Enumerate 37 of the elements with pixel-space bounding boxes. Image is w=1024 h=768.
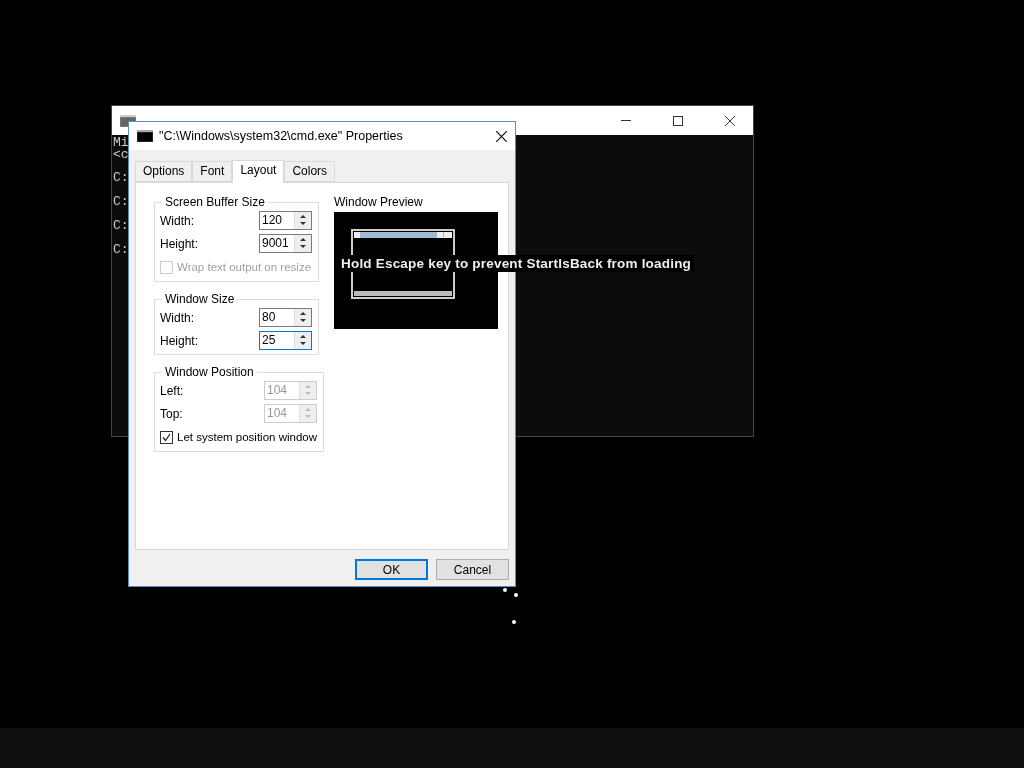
group-title: Window Size [164, 292, 236, 306]
maximize-icon[interactable] [673, 115, 683, 126]
console-line: C: [113, 196, 129, 208]
preview-label: Window Preview [334, 195, 424, 209]
field-label: Width: [160, 213, 194, 228]
tab[interactable]: Layout [232, 160, 285, 183]
tab[interactable]: Options [135, 161, 193, 182]
console-line: Mi [113, 137, 129, 149]
number-spinner[interactable]: 120 [259, 211, 312, 230]
checkbox[interactable] [160, 430, 173, 444]
console-icon [137, 130, 153, 142]
cancel-button[interactable]: Cancel [436, 559, 509, 580]
console-line: <c [113, 149, 129, 161]
tab[interactable]: Colors [284, 161, 336, 182]
check-icon [162, 432, 171, 442]
overlay-message: Hold Escape key to prevent StartIsBack from loading [338, 255, 695, 272]
ok-button[interactable]: OK [355, 559, 428, 580]
console-line: C: [113, 244, 129, 256]
checkbox-label: Wrap text output on resize [177, 261, 312, 273]
field-label: Left: [160, 383, 184, 398]
number-spinner[interactable]: 25 [259, 331, 312, 350]
field-label: Width: [160, 310, 194, 325]
loading-dots-drawing [500, 585, 520, 627]
checkbox-label: Let system position window [177, 431, 317, 443]
group-title: Window Position [164, 365, 255, 379]
number-spinner[interactable]: 9001 [259, 234, 312, 253]
console-line: C: [113, 220, 129, 232]
close-icon[interactable] [725, 115, 735, 126]
number-spinner[interactable]: 80 [259, 308, 312, 327]
tab[interactable]: Font [192, 161, 233, 182]
dialog-title: "C:\Windows\system32\cmd.exe" Properties [159, 129, 404, 143]
group-title: Screen Buffer Size [164, 195, 266, 209]
field-label: Height: [160, 236, 199, 251]
close-icon[interactable] [496, 130, 507, 142]
field-label: Top: [160, 406, 183, 421]
console-line: C: [113, 172, 129, 184]
field-label: Height: [160, 333, 199, 348]
